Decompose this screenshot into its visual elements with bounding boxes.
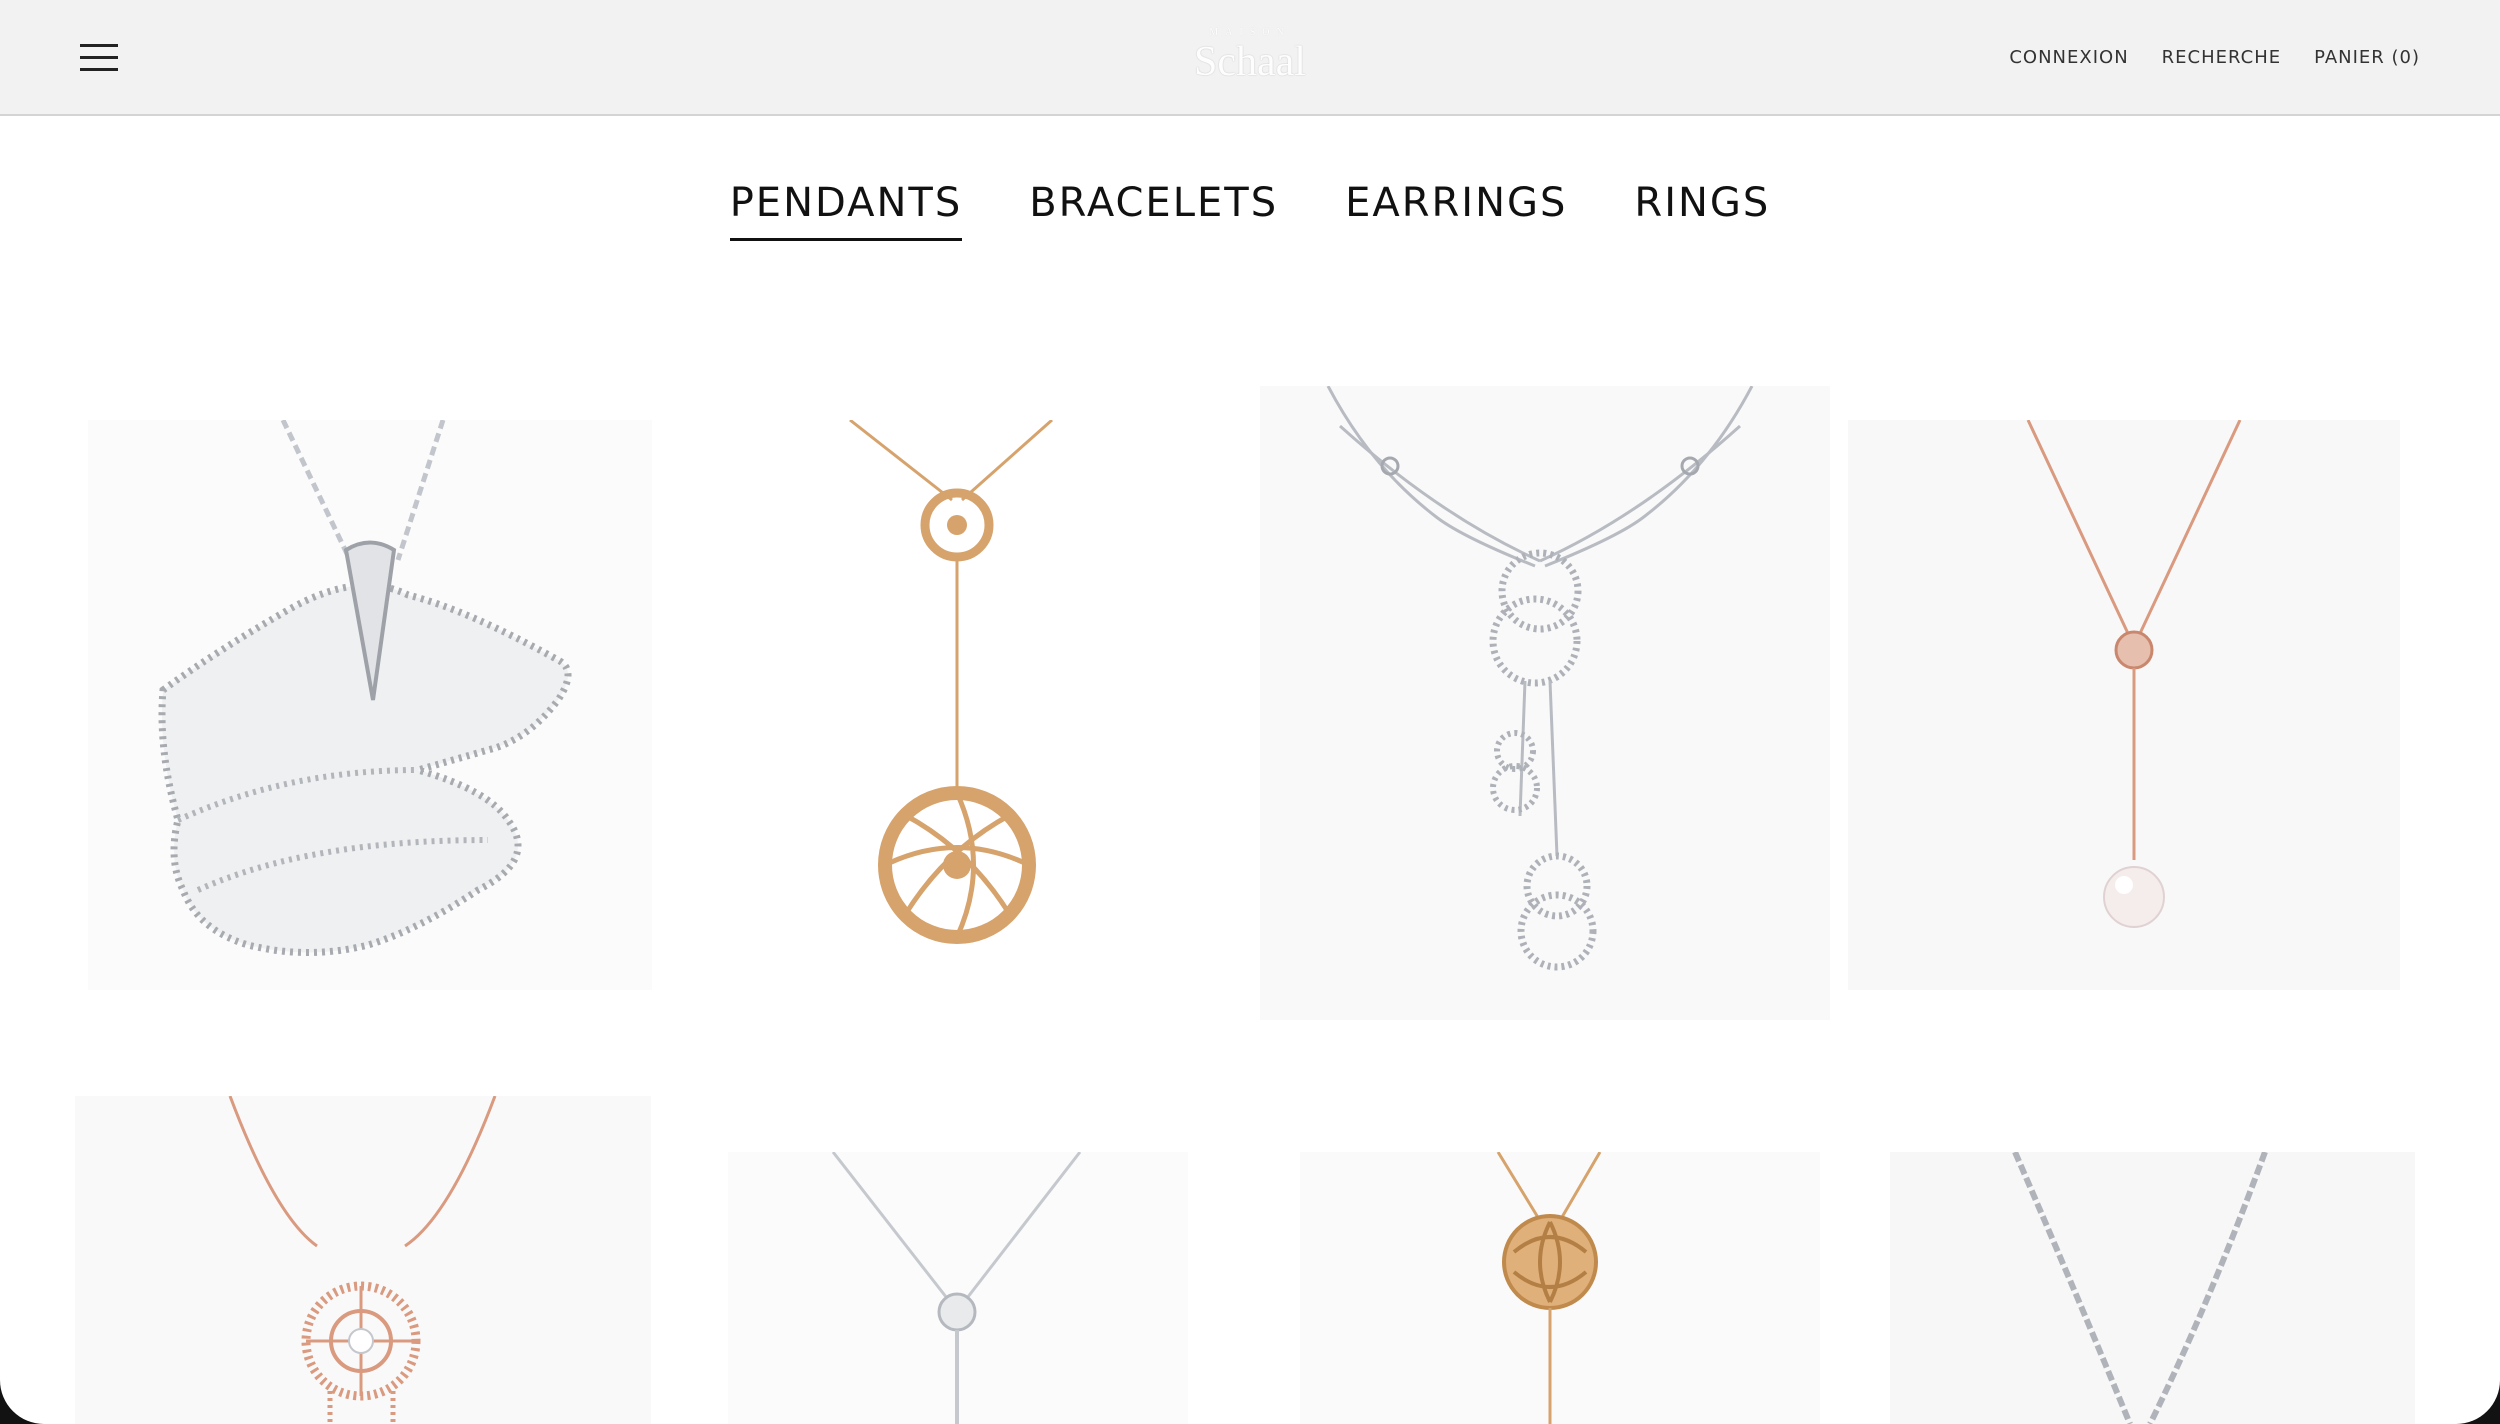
- product-card-flower-lariat[interactable]: [730, 420, 1180, 990]
- product-image: [728, 1152, 1188, 1424]
- product-image: [1300, 1152, 1820, 1424]
- category-tabs: PENDANTS BRACELETS EARRINGS RINGS: [0, 180, 2500, 241]
- menu-icon[interactable]: [80, 42, 118, 72]
- product-card-circle-pendant[interactable]: [75, 1096, 651, 1424]
- tab-rings[interactable]: RINGS: [1634, 180, 1770, 241]
- page: MAISON Schaal CONNEXION RECHERCHE PANIER…: [0, 0, 2500, 1424]
- product-card-ball-pendant[interactable]: [728, 1152, 1188, 1424]
- logo[interactable]: MAISON Schaal: [1150, 26, 1350, 90]
- logo-wordmark: Schaal: [1194, 39, 1306, 85]
- site-header: MAISON Schaal CONNEXION RECHERCHE PANIER…: [0, 0, 2500, 116]
- product-image: [1260, 386, 1830, 1020]
- tab-pendants[interactable]: PENDANTS: [729, 180, 963, 241]
- product-card-gold-flower[interactable]: [1300, 1152, 1820, 1424]
- product-image: [730, 420, 1180, 990]
- product-card-pearl-pendant[interactable]: [1848, 420, 2400, 990]
- product-image: [75, 1096, 651, 1424]
- product-card-circles-necklace[interactable]: [1260, 386, 1830, 1020]
- logo-small: MAISON: [1209, 27, 1291, 38]
- product-image: [1890, 1152, 2415, 1424]
- product-image: [1848, 420, 2400, 990]
- header-nav: CONNEXION RECHERCHE PANIER (0): [2009, 47, 2420, 68]
- cart-link[interactable]: PANIER (0): [2314, 47, 2420, 68]
- product-card-chain-necklace[interactable]: [1890, 1152, 2415, 1424]
- tab-bracelets[interactable]: BRACELETS: [1029, 180, 1278, 241]
- product-card-fan-pendant[interactable]: [88, 420, 652, 990]
- search-link[interactable]: RECHERCHE: [2162, 47, 2281, 68]
- tab-earrings[interactable]: EARRINGS: [1345, 180, 1567, 241]
- product-image: [88, 420, 652, 990]
- login-link[interactable]: CONNEXION: [2009, 47, 2128, 68]
